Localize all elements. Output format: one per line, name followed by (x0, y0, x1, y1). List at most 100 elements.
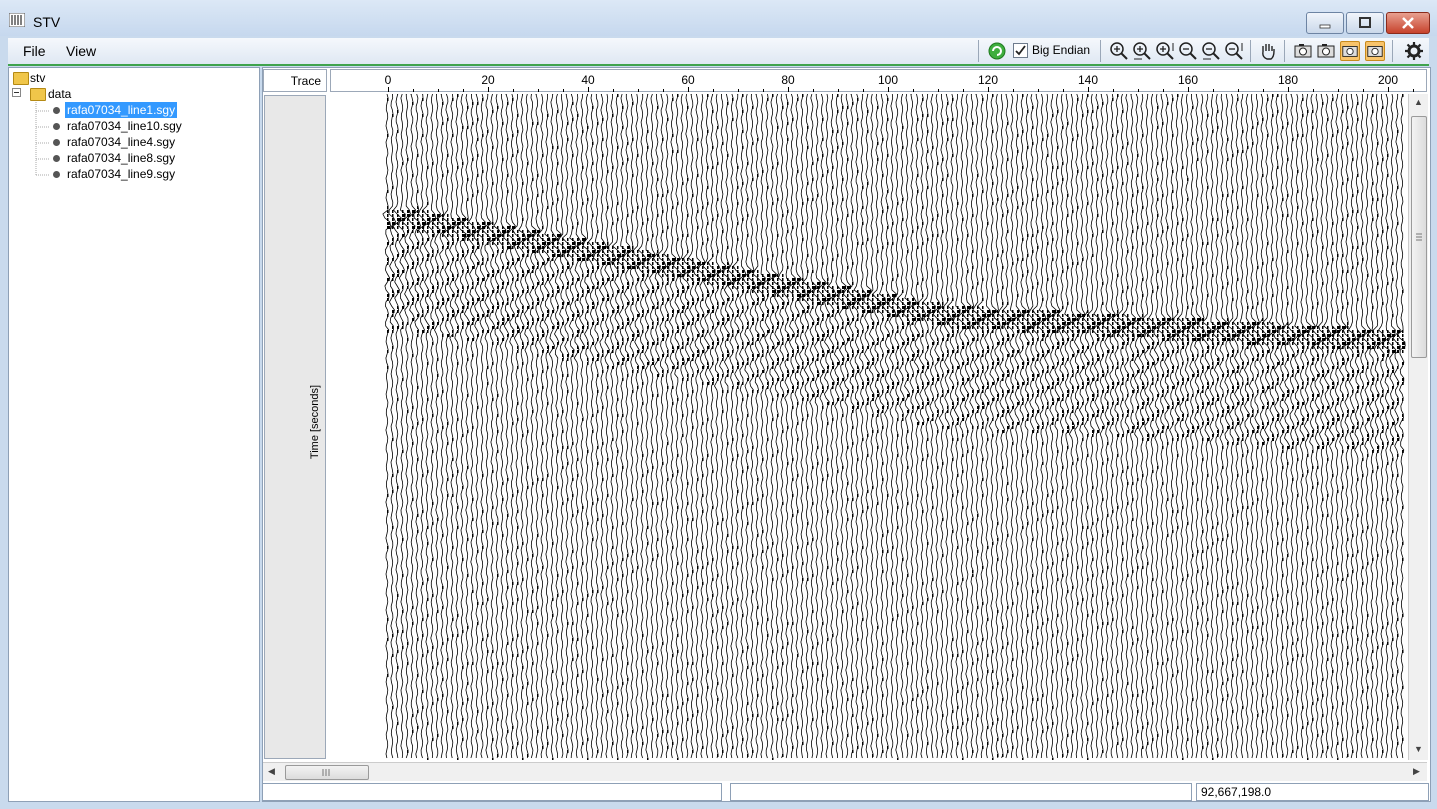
camera-alt-icon[interactable] (1316, 41, 1336, 61)
seismic-trace (401, 94, 411, 759)
seismic-trace (567, 94, 576, 759)
seismic-trace-fill (577, 114, 581, 693)
zoom-out-icon[interactable] (1178, 41, 1198, 61)
seismic-trace (732, 94, 741, 759)
settings-icon[interactable] (1404, 41, 1424, 61)
seismic-trace (918, 94, 927, 759)
seismic-trace (1347, 94, 1356, 759)
seismic-trace (382, 94, 392, 759)
seismic-trace (477, 94, 486, 759)
seismic-trace (977, 94, 987, 759)
time-axis-label: Time [seconds] (309, 384, 321, 460)
seismic-trace (897, 94, 907, 759)
zoom-out-x-icon[interactable] (1201, 41, 1221, 61)
trace-tick (1263, 89, 1264, 92)
file-bullet-icon (53, 139, 60, 146)
vertical-scrollbar[interactable]: ▲ ▼ (1408, 94, 1428, 760)
zoom-in-x-icon[interactable] (1132, 41, 1152, 61)
seismic-trace (657, 94, 667, 759)
scroll-right-icon[interactable]: ▶ (1413, 766, 1420, 777)
seismic-trace (652, 94, 661, 759)
seismic-trace (682, 94, 691, 759)
seismic-trace (582, 94, 592, 759)
scroll-down-icon[interactable]: ▼ (1414, 744, 1423, 754)
seismic-trace-fill (907, 250, 911, 737)
seismic-trace (507, 94, 517, 759)
seismic-trace (1052, 94, 1062, 759)
seismic-trace-fill (1107, 190, 1111, 713)
camera-icon[interactable] (1293, 41, 1313, 61)
window-title: STV (33, 14, 61, 30)
zoom-in-icon[interactable] (1109, 41, 1129, 61)
seismic-trace (407, 94, 417, 759)
seismic-trace (637, 94, 647, 759)
close-button[interactable] (1386, 12, 1430, 34)
seismic-trace (772, 94, 781, 759)
toolbar-separator (1100, 40, 1101, 62)
minimize-button[interactable] (1306, 12, 1344, 34)
trace-tick (463, 89, 464, 92)
seismic-trace (622, 94, 632, 759)
big-endian-checkbox[interactable] (1013, 43, 1028, 58)
seismic-trace (1117, 94, 1126, 759)
trace-tick (663, 89, 664, 92)
menu-file[interactable]: File (23, 43, 46, 59)
seismic-trace-fill (402, 162, 406, 649)
seismic-trace (512, 94, 521, 759)
seismic-trace (437, 94, 446, 759)
trace-tick (1213, 89, 1214, 92)
trace-tick-label: 100 (877, 73, 899, 87)
trace-tick-label: 120 (977, 73, 999, 87)
seismic-trace (792, 94, 802, 759)
seismic-trace (1027, 94, 1037, 759)
zoom-in-y-icon[interactable] (1155, 41, 1175, 61)
trace-tick (888, 87, 889, 92)
menu-view[interactable]: View (66, 43, 96, 59)
seismic-trace (532, 94, 542, 759)
seismic-trace (647, 94, 657, 759)
app-icon (9, 13, 25, 27)
trace-tick-label: 200 (1377, 73, 1399, 87)
pan-hand-icon[interactable] (1258, 41, 1278, 61)
camera-highlight-button[interactable] (1340, 41, 1360, 61)
camera-highlight-alt-button[interactable] (1365, 41, 1385, 61)
zoom-out-y-icon[interactable] (1224, 41, 1244, 61)
trace-tick (1288, 87, 1289, 92)
vertical-scroll-thumb[interactable] (1411, 116, 1427, 358)
seismic-trace (857, 94, 867, 759)
maximize-button[interactable] (1346, 12, 1384, 34)
seismic-trace (467, 94, 477, 759)
checkmark-icon (1015, 45, 1026, 56)
scroll-left-icon[interactable]: ◀ (268, 766, 275, 777)
seismic-plot[interactable] (328, 94, 1406, 760)
seismic-trace-fill (472, 102, 476, 665)
refresh-icon[interactable] (987, 41, 1007, 61)
seismic-trace (1342, 94, 1351, 759)
horizontal-scroll-thumb[interactable] (285, 765, 369, 780)
seismic-trace (1122, 94, 1132, 759)
trace-tick (1388, 87, 1389, 92)
tree-file-label: rafa07034_line1.sgy (65, 102, 178, 118)
seismic-trace (497, 94, 507, 759)
seismic-trace (1168, 94, 1176, 759)
seismic-trace-fill (1252, 126, 1257, 685)
status-field-left (262, 783, 722, 801)
scroll-up-icon[interactable]: ▲ (1414, 97, 1423, 107)
seismic-trace (1012, 94, 1022, 759)
seismic-trace (1238, 94, 1246, 759)
trace-tick (988, 87, 989, 92)
seismic-trace (602, 94, 611, 759)
seismic-trace (928, 94, 936, 759)
time-axis: Time [seconds] (264, 95, 326, 759)
seismic-trace (892, 94, 902, 759)
horizontal-scrollbar[interactable]: ◀ ▶ (263, 762, 1427, 781)
seismic-trace (932, 94, 942, 759)
collapse-icon[interactable] (12, 88, 21, 97)
seismic-trace (1297, 94, 1308, 759)
seismic-trace (572, 94, 582, 759)
seismic-trace (697, 94, 707, 759)
seismic-trace (422, 94, 431, 759)
seismic-trace-fill (497, 106, 502, 757)
seismic-trace (1372, 94, 1381, 759)
trace-tick (438, 89, 439, 92)
